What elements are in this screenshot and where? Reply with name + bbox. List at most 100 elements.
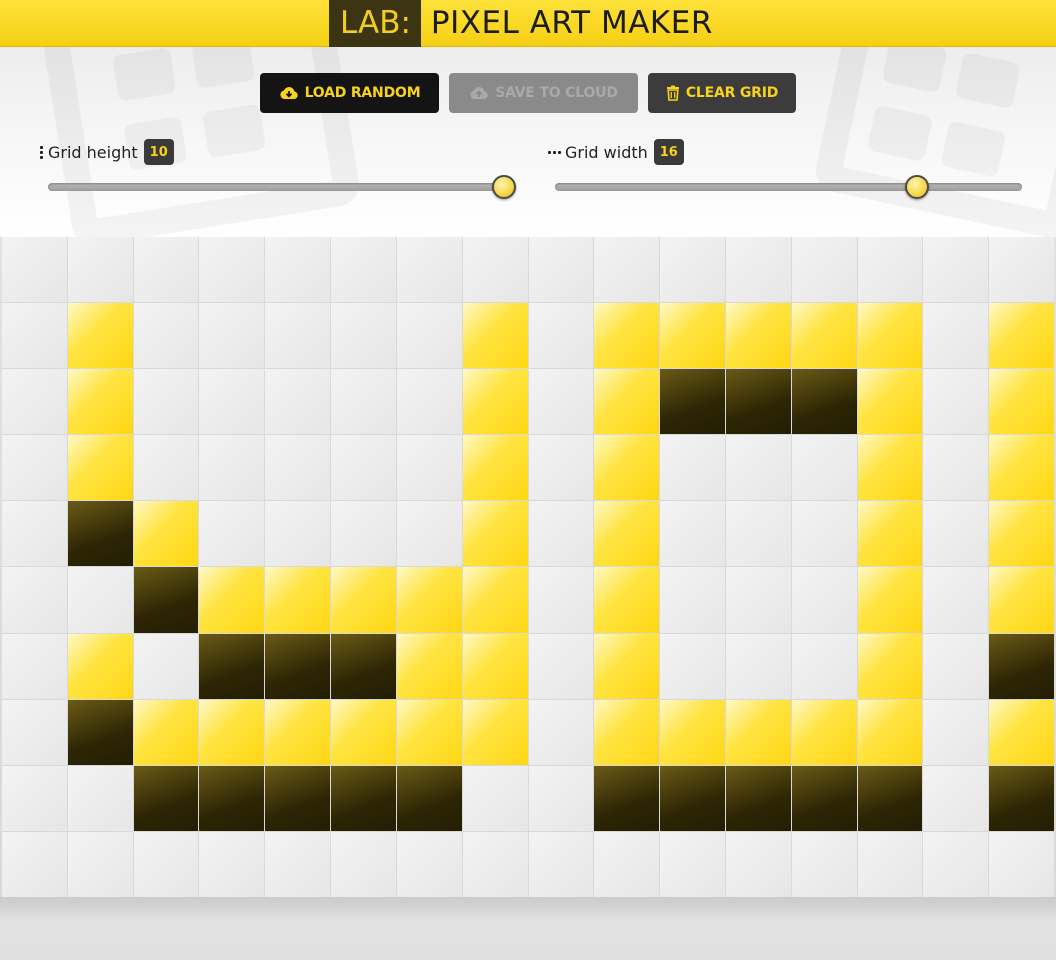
- grid-cell[interactable]: [331, 435, 396, 501]
- grid-cell[interactable]: [396, 237, 462, 303]
- grid-cell[interactable]: [199, 831, 265, 897]
- clear-grid-button[interactable]: CLEAR GRID: [648, 73, 796, 113]
- grid-cell[interactable]: [199, 369, 265, 435]
- grid-cell[interactable]: [67, 501, 133, 567]
- grid-cell[interactable]: [791, 237, 857, 303]
- grid-cell[interactable]: [199, 435, 265, 501]
- grid-cell[interactable]: [462, 699, 528, 765]
- grid-cell[interactable]: [989, 303, 1054, 369]
- grid-cell[interactable]: [331, 237, 396, 303]
- grid-cell[interactable]: [67, 369, 133, 435]
- grid-cell[interactable]: [331, 369, 396, 435]
- grid-cell[interactable]: [660, 567, 725, 633]
- grid-cell[interactable]: [67, 435, 133, 501]
- grid-cell[interactable]: [462, 501, 528, 567]
- grid-cell[interactable]: [462, 435, 528, 501]
- grid-cell[interactable]: [989, 567, 1054, 633]
- grid-cell[interactable]: [199, 237, 265, 303]
- grid-cell[interactable]: [265, 765, 331, 831]
- grid-cell[interactable]: [989, 699, 1054, 765]
- grid-cell[interactable]: [528, 765, 594, 831]
- grid-cell[interactable]: [2, 765, 67, 831]
- grid-cell[interactable]: [396, 303, 462, 369]
- grid-cell[interactable]: [462, 303, 528, 369]
- grid-cell[interactable]: [2, 567, 67, 633]
- grid-cell[interactable]: [725, 831, 791, 897]
- grid-cell[interactable]: [660, 237, 725, 303]
- slider-thumb[interactable]: [492, 175, 516, 199]
- grid-cell[interactable]: [857, 501, 923, 567]
- grid-cell[interactable]: [331, 567, 396, 633]
- grid-cell[interactable]: [67, 765, 133, 831]
- grid-cell[interactable]: [660, 765, 725, 831]
- grid-cell[interactable]: [133, 369, 199, 435]
- grid-cell[interactable]: [2, 501, 67, 567]
- grid-cell[interactable]: [462, 567, 528, 633]
- grid-cell[interactable]: [133, 237, 199, 303]
- grid-cell[interactable]: [67, 699, 133, 765]
- grid-cell[interactable]: [725, 369, 791, 435]
- grid-cell[interactable]: [265, 435, 331, 501]
- grid-cell[interactable]: [528, 435, 594, 501]
- grid-cell[interactable]: [660, 831, 725, 897]
- grid-cell[interactable]: [594, 699, 660, 765]
- grid-cell[interactable]: [725, 699, 791, 765]
- grid-cell[interactable]: [199, 699, 265, 765]
- grid-cell[interactable]: [67, 567, 133, 633]
- grid-cell[interactable]: [462, 633, 528, 699]
- grid-cell[interactable]: [67, 831, 133, 897]
- grid-cell[interactable]: [989, 633, 1054, 699]
- load-random-button[interactable]: LOAD RANDOM: [260, 73, 439, 113]
- grid-cell[interactable]: [133, 567, 199, 633]
- grid-cell[interactable]: [923, 237, 989, 303]
- grid-cell[interactable]: [791, 567, 857, 633]
- grid-cell[interactable]: [265, 567, 331, 633]
- grid-cell[interactable]: [2, 369, 67, 435]
- grid-cell[interactable]: [594, 567, 660, 633]
- grid-cell[interactable]: [199, 633, 265, 699]
- grid-cell[interactable]: [791, 435, 857, 501]
- grid-cell[interactable]: [857, 435, 923, 501]
- grid-cell[interactable]: [265, 303, 331, 369]
- grid-cell[interactable]: [923, 567, 989, 633]
- grid-cell[interactable]: [594, 303, 660, 369]
- grid-cell[interactable]: [396, 765, 462, 831]
- grid-cell[interactable]: [725, 435, 791, 501]
- grid-cell[interactable]: [989, 237, 1054, 303]
- grid-cell[interactable]: [396, 435, 462, 501]
- grid-cell[interactable]: [331, 633, 396, 699]
- grid-cell[interactable]: [133, 699, 199, 765]
- grid-cell[interactable]: [989, 831, 1054, 897]
- grid-cell[interactable]: [2, 237, 67, 303]
- grid-cell[interactable]: [2, 435, 67, 501]
- grid-width-slider[interactable]: [555, 175, 1022, 199]
- save-to-cloud-button[interactable]: SAVE TO CLOUD: [449, 73, 638, 113]
- grid-cell[interactable]: [528, 237, 594, 303]
- grid-cell[interactable]: [265, 237, 331, 303]
- grid-cell[interactable]: [857, 831, 923, 897]
- grid-cell[interactable]: [331, 303, 396, 369]
- grid-cell[interactable]: [133, 435, 199, 501]
- grid-cell[interactable]: [133, 303, 199, 369]
- grid-cell[interactable]: [594, 633, 660, 699]
- grid-cell[interactable]: [791, 765, 857, 831]
- grid-cell[interactable]: [923, 435, 989, 501]
- grid-cell[interactable]: [528, 501, 594, 567]
- grid-cell[interactable]: [857, 633, 923, 699]
- grid-cell[interactable]: [857, 699, 923, 765]
- grid-cell[interactable]: [725, 237, 791, 303]
- grid-cell[interactable]: [331, 501, 396, 567]
- grid-cell[interactable]: [725, 567, 791, 633]
- grid-cell[interactable]: [660, 435, 725, 501]
- grid-cell[interactable]: [462, 765, 528, 831]
- grid-cell[interactable]: [67, 303, 133, 369]
- slider-track[interactable]: [555, 183, 1022, 191]
- grid-cell[interactable]: [133, 831, 199, 897]
- grid-cell[interactable]: [199, 567, 265, 633]
- grid-cell[interactable]: [989, 501, 1054, 567]
- grid-cell[interactable]: [660, 633, 725, 699]
- grid-cell[interactable]: [660, 699, 725, 765]
- grid-cell[interactable]: [2, 303, 67, 369]
- slider-track[interactable]: [48, 183, 516, 191]
- grid-cell[interactable]: [462, 831, 528, 897]
